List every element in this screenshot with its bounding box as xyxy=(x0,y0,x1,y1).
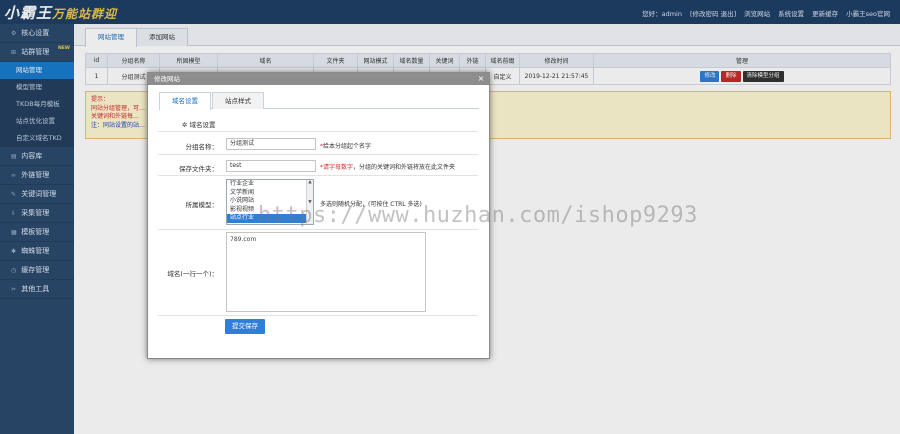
hint-text: ，分组的关键词和外链将放在此文件夹 xyxy=(353,164,456,171)
group-name-input[interactable]: 分组测试 xyxy=(226,138,316,150)
modal-title: 修改网站 xyxy=(148,73,489,85)
folder-hint: *请字母数字，分组的关键词和外链将放在此文件夹 xyxy=(320,162,455,171)
divider xyxy=(158,175,478,176)
divider xyxy=(158,154,478,155)
close-icon[interactable]: × xyxy=(476,73,486,85)
hint-required-text: 请字母数字 xyxy=(323,164,354,171)
submit-save-button[interactable]: 提交保存 xyxy=(225,319,265,334)
domains-label: 域名(一行一个)： xyxy=(167,270,218,278)
divider xyxy=(158,131,478,132)
tab-site-mode[interactable]: 站点样式 xyxy=(212,92,264,109)
folder-label: 保存文件夹： xyxy=(179,165,218,173)
select-option[interactable]: 文学新闻 xyxy=(227,189,313,198)
modal-tab-bar: 域名设置 站点样式 xyxy=(159,92,479,110)
group-name-label: 分组名称： xyxy=(185,143,219,151)
hint-text: 给本分组起个名字 xyxy=(323,143,372,150)
watermark: https://www.huzhan.com/ishop9293 xyxy=(258,203,698,228)
divider xyxy=(158,315,478,316)
section-title-text: 域名设置 xyxy=(189,121,216,129)
model-label: 所属模型： xyxy=(185,201,219,209)
domains-textarea[interactable]: 789.com xyxy=(226,232,426,312)
group-name-hint: *给本分组起个名字 xyxy=(320,141,371,150)
gear-icon: ✲ xyxy=(182,121,188,129)
section-title: ✲ 域名设置 xyxy=(182,119,216,129)
select-option[interactable]: 行业企业 xyxy=(227,180,313,189)
tab-domain-settings[interactable]: 域名设置 xyxy=(159,92,211,110)
divider xyxy=(158,229,478,230)
folder-input[interactable]: test xyxy=(226,160,316,172)
